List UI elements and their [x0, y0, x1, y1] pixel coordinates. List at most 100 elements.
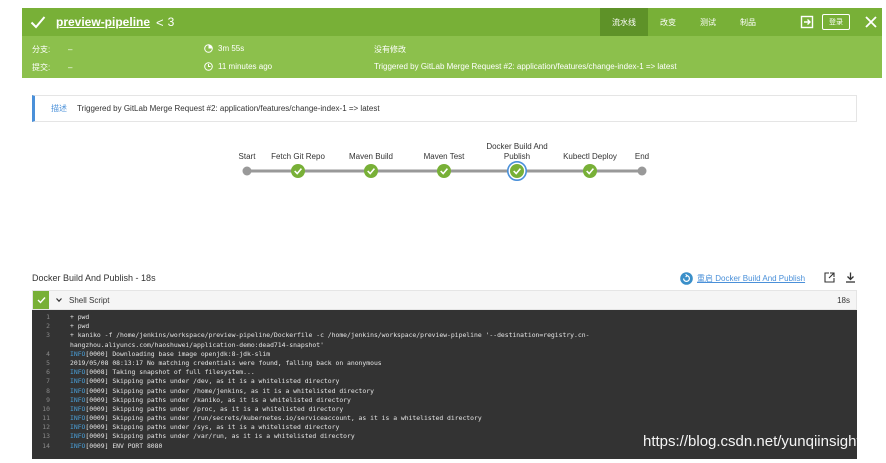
console-line-number: 13 — [42, 432, 50, 441]
console-line-text: hangzhou.aliyuncs.com/haoshuwei/applicat… — [70, 341, 857, 350]
trigger-value: Triggered by GitLab Merge Request #2: ap… — [374, 62, 677, 71]
log-level-info: INFO — [70, 386, 86, 395]
clock-icon — [204, 62, 213, 71]
stage-node-maven-build[interactable] — [363, 163, 379, 179]
description-panel: 描述 Triggered by GitLab Merge Request #2:… — [32, 95, 857, 122]
log-level-info: INFO — [70, 404, 86, 413]
duration-value: 3m 55s — [218, 44, 245, 53]
console-line: 9 INFO[0009] Skipping paths under /kaniko… — [32, 396, 857, 405]
console-line-number: 2 — [46, 322, 50, 331]
top-header: preview-pipeline < 3 流水线 改变 测试 制品 登录 — [22, 8, 882, 36]
console-line-content: [0009] Skipping paths under /proc, as it… — [85, 404, 344, 413]
console-line-number: 1 — [46, 313, 50, 321]
console-line: 11 INFO[0009] Skipping paths under /run/s… — [32, 414, 857, 423]
stage-label-end: End — [634, 152, 650, 161]
stage-label-maven-test: Maven Test — [423, 152, 465, 161]
console-line-content: 2019/05/08 08:13:17 No matching credenti… — [70, 358, 382, 367]
console-line-text: INFO[0009] Skipping paths under /kaniko,… — [70, 396, 857, 405]
console-line-text: + kaniko -f /home/jenkins/workspace/prev… — [70, 331, 857, 340]
close-icon[interactable] — [864, 15, 878, 29]
tab-pipeline[interactable]: 流水线 — [600, 8, 648, 36]
log-level-info: INFO — [70, 423, 86, 432]
console-line-text: + pwd — [70, 313, 857, 322]
console-line-content: [0009] ENV PORT 8080 — [85, 441, 163, 450]
log-level-info: INFO — [70, 414, 86, 423]
console-line-number: 6 — [46, 368, 50, 377]
download-icon[interactable] — [845, 272, 856, 283]
separator-chevron: < — [156, 14, 164, 30]
commit-value: – — [68, 63, 73, 72]
run-number: 3 — [167, 15, 175, 29]
pipeline-name-link[interactable]: preview-pipeline — [56, 15, 150, 29]
step-row-shell-script[interactable]: Shell Script 18s — [32, 290, 857, 310]
log-level-info: INFO — [70, 349, 86, 358]
console-line-content: [0009] Skipping paths under /run/secrets… — [85, 414, 482, 423]
tab-artifacts[interactable]: 制品 — [728, 8, 768, 36]
console-line-number: 8 — [46, 386, 50, 395]
run-info-bar: 分支: – 提交: – 3m 55s 11 minutes ago 没有修改 T… — [22, 36, 882, 78]
restart-stage-link[interactable]: 重启 Docker Build And Publish — [680, 272, 805, 285]
console-line-content: + kaniko -f /home/jenkins/workspace/prev… — [70, 331, 590, 340]
duration-icon — [204, 44, 213, 53]
stage-node-start — [242, 166, 252, 176]
console-line: 8 INFO[0009] Skipping paths under /home/j… — [32, 387, 857, 396]
log-level-info: INFO — [70, 395, 86, 404]
commit-row: 提交: – — [32, 62, 72, 73]
console-line-content: [0009] Skipping paths under /kaniko, as … — [85, 395, 351, 404]
open-external-icon[interactable] — [824, 272, 835, 283]
started-row: 11 minutes ago — [204, 62, 272, 71]
restart-label: 重启 Docker Build And Publish — [697, 274, 806, 283]
console-line-content: [0008] Taking snapshot of full filesyste… — [85, 368, 255, 377]
console-line-number: 5 — [46, 358, 50, 367]
console-line-content: [0009] Skipping paths under /home/jenkin… — [85, 386, 374, 395]
console-line: 3 + kaniko -f /home/jenkins/workspace/pre… — [32, 331, 857, 340]
console-line-content: [0000] Downloading base image openjdk:8-… — [85, 349, 271, 358]
console-line-number: 3 — [46, 331, 50, 340]
chevron-down-icon[interactable] — [55, 296, 63, 304]
console-line-content: + pwd — [70, 313, 90, 321]
console-line-text: INFO[0000] Downloading base image openjd… — [70, 350, 857, 359]
step-name: Shell Script — [69, 295, 110, 305]
console-line-content: hangzhou.aliyuncs.com/haoshuwei/applicat… — [70, 340, 324, 349]
console-line: 4 INFO[0000] Downloading base image openj… — [32, 350, 857, 359]
exit-icon[interactable] — [800, 15, 814, 29]
console-line-text: + pwd — [70, 322, 857, 331]
console-line-number: 7 — [46, 377, 50, 386]
console-line-text: INFO[0009] Skipping paths under /run/sec… — [70, 414, 857, 423]
console-line-text: INFO[0009] Skipping paths under /home/je… — [70, 387, 857, 396]
log-level-info: INFO — [70, 441, 86, 450]
step-success-icon — [33, 291, 49, 309]
log-level-info: INFO — [70, 432, 86, 441]
stage-node-fetch-git-repo[interactable] — [290, 163, 306, 179]
console-line: 7 INFO[0009] Skipping paths under /dev, a… — [32, 377, 857, 386]
trigger-text: Triggered by GitLab Merge Request #2: ap… — [374, 62, 677, 71]
step-duration: 18s — [837, 295, 850, 305]
console-line: 12 INFO[0009] Skipping paths under /sys, … — [32, 423, 857, 432]
console-line: hangzhou.aliyuncs.com/haoshuwei/applicat… — [32, 341, 857, 350]
duration-row: 3m 55s — [204, 44, 244, 53]
started-value: 11 minutes ago — [218, 62, 273, 71]
console-line-content: [0009] Skipping paths under /dev, as it … — [85, 377, 340, 386]
login-button[interactable]: 登录 — [822, 14, 850, 30]
branch-row: 分支: – — [32, 44, 72, 55]
console-line-number: 9 — [46, 395, 50, 404]
tab-changes[interactable]: 改变 — [648, 8, 688, 36]
stage-node-docker-build-and-publish[interactable] — [507, 161, 527, 181]
console-line-number: 4 — [46, 349, 50, 358]
description-label: 描述 — [51, 104, 67, 113]
description-text: Triggered by GitLab Merge Request #2: ap… — [77, 104, 380, 113]
console-line-number: 14 — [42, 441, 50, 450]
restart-icon — [680, 272, 693, 285]
console-line: 5 2019/05/08 08:13:17 No matching credent… — [32, 359, 857, 368]
console-line-content: [0009] Skipping paths under /var/run, as… — [85, 432, 355, 441]
stage-node-end — [637, 166, 647, 176]
header-tabs: 流水线 改变 测试 制品 — [600, 8, 768, 36]
stage-node-maven-test[interactable] — [436, 163, 452, 179]
console-line: 2 + pwd — [32, 322, 857, 331]
watermark-text: https://blog.csdn.net/yunqiinsight — [643, 433, 861, 450]
tab-tests[interactable]: 测试 — [688, 8, 728, 36]
console-line-text: INFO[0009] Skipping paths under /dev, as… — [70, 377, 857, 386]
stage-node-kubectl-deploy[interactable] — [582, 163, 598, 179]
console-line-text: 2019/05/08 08:13:17 No matching credenti… — [70, 359, 857, 368]
console-line-number — [32, 341, 70, 350]
